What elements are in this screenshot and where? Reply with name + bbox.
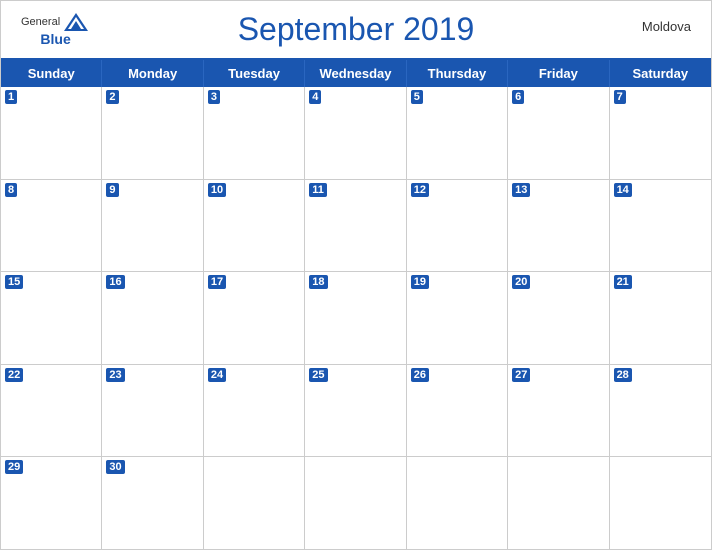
day-cell-1-4: 4	[305, 87, 406, 179]
day-cell-5-4	[305, 457, 406, 549]
day-cell-4-1: 22	[1, 365, 102, 457]
day-cell-5-5	[407, 457, 508, 549]
weeks-container: 1234567891011121314151617181920212223242…	[1, 87, 711, 549]
day-number-18: 18	[309, 275, 327, 289]
month-title: September 2019	[238, 11, 475, 48]
day-cell-5-6	[508, 457, 609, 549]
logo-icon	[62, 11, 90, 33]
week-row-5: 29 30	[1, 457, 711, 549]
day-cell-4-3: 24	[204, 365, 305, 457]
day-cell-1-7: 7	[610, 87, 711, 179]
day-number-14: 14	[614, 183, 632, 197]
day-number-2: 2	[106, 90, 118, 104]
day-cell-5-3	[204, 457, 305, 549]
day-number-30: 30	[106, 460, 124, 474]
day-cell-3-4: 18	[305, 272, 406, 364]
header-wednesday: Wednesday	[305, 60, 406, 87]
header-tuesday: Tuesday	[204, 60, 305, 87]
day-cell-4-7: 28	[610, 365, 711, 457]
day-number-22: 22	[5, 368, 23, 382]
day-number-15: 15	[5, 275, 23, 289]
day-cell-3-1: 15	[1, 272, 102, 364]
day-number-25: 25	[309, 368, 327, 382]
day-cell-5-1: 29	[1, 457, 102, 549]
day-cell-5-2: 30	[102, 457, 203, 549]
week-row-4: 22 23 24 25 26 27 28	[1, 365, 711, 458]
day-number-29: 29	[5, 460, 23, 474]
calendar-container: General Blue September 2019 Moldova Sund…	[0, 0, 712, 550]
day-cell-2-3: 10	[204, 180, 305, 272]
week-row-1: 1 2 3 4 5 6 7	[1, 87, 711, 180]
day-cell-2-4: 11	[305, 180, 406, 272]
header-saturday: Saturday	[610, 60, 711, 87]
day-number-6: 6	[512, 90, 524, 104]
day-number-16: 16	[106, 275, 124, 289]
header-thursday: Thursday	[407, 60, 508, 87]
day-number-9: 9	[106, 183, 118, 197]
day-cell-2-6: 13	[508, 180, 609, 272]
day-cell-2-7: 14	[610, 180, 711, 272]
day-number-24: 24	[208, 368, 226, 382]
day-number-1: 1	[5, 90, 17, 104]
logo-blue-text: Blue	[40, 31, 70, 47]
day-number-3: 3	[208, 90, 220, 104]
day-cell-4-2: 23	[102, 365, 203, 457]
day-number-20: 20	[512, 275, 530, 289]
day-cell-3-6: 20	[508, 272, 609, 364]
day-number-28: 28	[614, 368, 632, 382]
header-monday: Monday	[102, 60, 203, 87]
day-cell-4-4: 25	[305, 365, 406, 457]
day-cell-4-6: 27	[508, 365, 609, 457]
day-number-4: 4	[309, 90, 321, 104]
day-cell-3-2: 16	[102, 272, 203, 364]
day-number-12: 12	[411, 183, 429, 197]
day-cell-2-1: 8	[1, 180, 102, 272]
logo: General Blue	[21, 11, 90, 47]
day-number-7: 7	[614, 90, 626, 104]
day-cell-1-6: 6	[508, 87, 609, 179]
day-cell-2-2: 9	[102, 180, 203, 272]
day-cell-5-7	[610, 457, 711, 549]
day-number-17: 17	[208, 275, 226, 289]
header-sunday: Sunday	[1, 60, 102, 87]
day-number-21: 21	[614, 275, 632, 289]
day-number-26: 26	[411, 368, 429, 382]
calendar-grid: Sunday Monday Tuesday Wednesday Thursday…	[1, 58, 711, 549]
week-row-3: 15 16 17 18 19 20 21	[1, 272, 711, 365]
day-number-23: 23	[106, 368, 124, 382]
day-cell-2-5: 12	[407, 180, 508, 272]
day-number-10: 10	[208, 183, 226, 197]
header-friday: Friday	[508, 60, 609, 87]
day-cell-1-5: 5	[407, 87, 508, 179]
day-cell-3-3: 17	[204, 272, 305, 364]
day-number-19: 19	[411, 275, 429, 289]
logo-general-text: General	[21, 16, 60, 28]
day-number-8: 8	[5, 183, 17, 197]
week-row-2: 8 9 10 11 12 13 14	[1, 180, 711, 273]
day-cell-3-5: 19	[407, 272, 508, 364]
calendar-header: General Blue September 2019 Moldova	[1, 1, 711, 58]
day-number-5: 5	[411, 90, 423, 104]
day-cell-3-7: 21	[610, 272, 711, 364]
day-number-11: 11	[309, 183, 327, 197]
day-number-13: 13	[512, 183, 530, 197]
day-headers: Sunday Monday Tuesday Wednesday Thursday…	[1, 60, 711, 87]
day-cell-4-5: 26	[407, 365, 508, 457]
day-cell-1-2: 2	[102, 87, 203, 179]
country-name: Moldova	[642, 19, 691, 34]
day-cell-1-1: 1	[1, 87, 102, 179]
day-number-27: 27	[512, 368, 530, 382]
day-cell-1-3: 3	[204, 87, 305, 179]
